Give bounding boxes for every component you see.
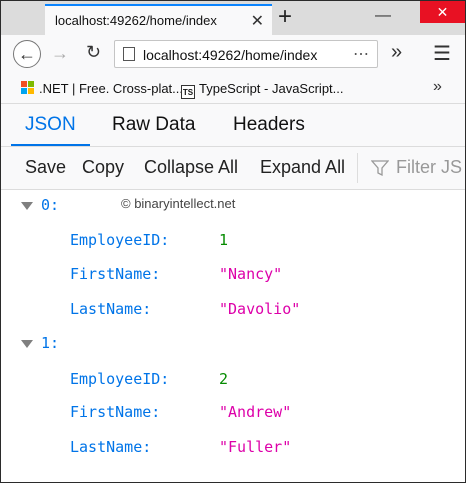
json-viewer-tabs: JSON Raw Data Headers xyxy=(1,104,465,147)
expand-triangle-icon[interactable] xyxy=(21,202,33,210)
navigation-bar: ← → ↻ localhost:49262/home/index ⋯ » ☰ xyxy=(1,35,465,76)
back-arrow-icon[interactable]: ← xyxy=(13,40,41,68)
url-text[interactable]: localhost:49262/home/index xyxy=(143,47,317,63)
tab-title: localhost:49262/home/index xyxy=(55,13,217,28)
json-toolbar: Save Copy Collapse All Expand All Filter… xyxy=(1,147,465,190)
field-value-string: "Nancy" xyxy=(219,265,283,283)
json-tree: © binaryintellect.net 0: EmployeeID: 1 F… xyxy=(1,190,465,482)
page-icon xyxy=(123,47,135,61)
typescript-logo-icon: TS xyxy=(181,85,195,99)
tab-json[interactable]: JSON xyxy=(11,104,90,146)
window-close-icon[interactable]: ✕ xyxy=(420,1,465,23)
field-value-string: "Fuller" xyxy=(219,438,292,456)
field-key: EmployeeID: xyxy=(70,231,170,249)
bookmark-label: .NET | Free. Cross-plat... xyxy=(39,81,184,96)
save-button[interactable]: Save xyxy=(25,157,66,178)
browser-tab[interactable]: localhost:49262/home/index ✕ xyxy=(45,4,272,35)
field-value-number: 2 xyxy=(219,370,229,388)
browser-window: localhost:49262/home/index ✕ + — ✕ ← → ↻… xyxy=(0,0,466,483)
expand-all-button[interactable]: Expand All xyxy=(260,157,345,178)
bookmark-label: TypeScript - JavaScript... xyxy=(199,81,344,96)
field-key: FirstName: xyxy=(70,265,161,283)
tab-raw-data[interactable]: Raw Data xyxy=(98,104,209,146)
array-index: 0: xyxy=(41,196,60,214)
toolbar-divider xyxy=(357,153,358,183)
field-key: FirstName: xyxy=(70,403,161,421)
tab-close-icon[interactable]: ✕ xyxy=(251,11,264,31)
field-value-string: "Andrew" xyxy=(219,403,292,421)
watermark: © binaryintellect.net xyxy=(121,196,236,211)
bookmarks-overflow-icon[interactable]: » xyxy=(433,78,442,96)
field-value-string: "Davolio" xyxy=(219,300,301,318)
reload-icon[interactable]: ↻ xyxy=(86,42,101,63)
filter-icon xyxy=(371,160,389,177)
tab-strip: localhost:49262/home/index ✕ + — ✕ xyxy=(1,1,465,35)
expand-triangle-icon[interactable] xyxy=(21,340,33,348)
bookmark-typescript[interactable]: TS TypeScript - JavaScript... xyxy=(181,81,344,99)
microsoft-logo-icon xyxy=(21,81,35,95)
field-key: LastName: xyxy=(70,300,152,318)
field-key: LastName: xyxy=(70,438,152,456)
field-value-number: 1 xyxy=(219,231,229,249)
address-bar[interactable]: localhost:49262/home/index ⋯ xyxy=(114,40,378,68)
page-actions-icon[interactable]: ⋯ xyxy=(353,44,369,64)
hamburger-menu-icon[interactable]: ☰ xyxy=(433,41,451,66)
minimize-icon[interactable]: — xyxy=(375,7,391,25)
new-tab-icon[interactable]: + xyxy=(278,3,292,31)
tab-headers[interactable]: Headers xyxy=(219,104,319,146)
array-index: 1: xyxy=(41,334,60,352)
forward-arrow-icon[interactable]: → xyxy=(51,43,69,64)
more-tools-icon[interactable]: » xyxy=(391,41,402,64)
bookmark-dotnet[interactable]: .NET | Free. Cross-plat... xyxy=(21,81,183,96)
bookmarks-toolbar: .NET | Free. Cross-plat... TS TypeScript … xyxy=(1,75,465,104)
field-key: EmployeeID: xyxy=(70,370,170,388)
collapse-all-button[interactable]: Collapse All xyxy=(144,157,238,178)
filter-input[interactable]: Filter JS xyxy=(396,157,462,178)
copy-button[interactable]: Copy xyxy=(82,157,124,178)
